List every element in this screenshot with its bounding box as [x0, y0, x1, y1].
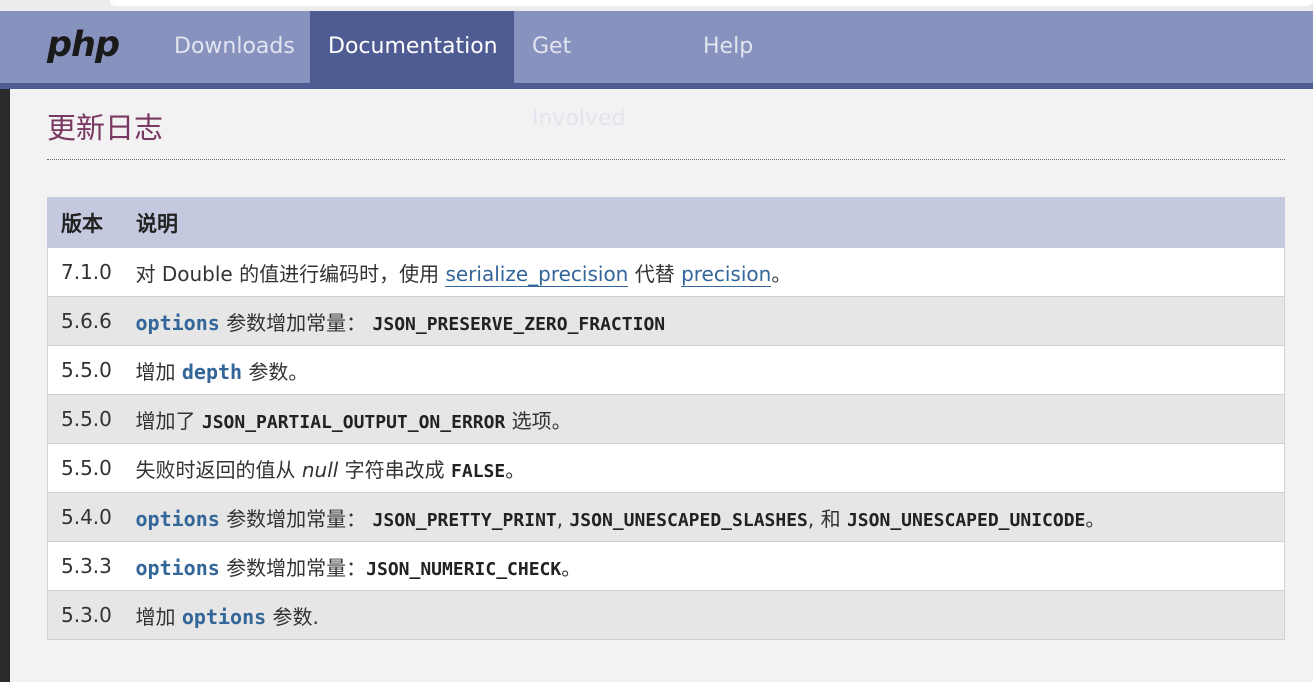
table-row: 5.6.6 options 参数增加常量： JSON_PRESERVE_ZERO…	[47, 296, 1285, 346]
row-description: options 参数增加常量： JSON_PRETTY_PRINT, JSON_…	[122, 492, 1285, 542]
param-options: options	[181, 604, 267, 629]
browser-tab-edge	[110, 0, 1313, 6]
title-divider	[47, 159, 1285, 160]
browser-top-strip	[0, 0, 1313, 11]
text: 参数增加常量：	[219, 555, 367, 580]
constant: JSON_UNESCAPED_UNICODE	[846, 509, 1086, 531]
serialize-precision-link[interactable]: serialize_precision	[445, 261, 629, 287]
constant: JSON_NUMERIC_CHECK	[366, 558, 562, 580]
param-depth: depth	[181, 359, 243, 384]
text: 参数.	[266, 604, 319, 629]
row-description: 增加 depth 参数。	[122, 345, 1285, 395]
text: 选项。	[505, 408, 572, 433]
row-description: options 参数增加常量：JSON_NUMERIC_CHECK。	[122, 541, 1285, 591]
constant: JSON_PRETTY_PRINT	[372, 509, 557, 531]
table-row: 5.3.0 增加 options 参数.	[47, 590, 1285, 640]
table-row: 5.5.0 失败时返回的值从 null 字符串改成 FALSE。	[47, 443, 1285, 493]
constant: JSON_PRESERVE_ZERO_FRACTION	[372, 313, 666, 335]
table-row: 7.1.0 对 Double 的值进行编码时，使用 serialize_prec…	[47, 247, 1285, 297]
row-version: 5.5.0	[47, 345, 123, 395]
row-version: 5.3.0	[47, 590, 123, 640]
left-edge-bar	[0, 89, 10, 682]
table-header-row: 版本 说明	[47, 197, 1285, 248]
text: 增加了	[135, 408, 202, 433]
constant: JSON_UNESCAPED_SLASHES	[569, 509, 808, 531]
text: 增加	[135, 604, 182, 629]
table-row: 5.4.0 options 参数增加常量： JSON_PRETTY_PRINT,…	[47, 492, 1285, 542]
text: 对 Double 的值进行编码时，使用	[135, 261, 446, 286]
text: 字符串改成	[338, 457, 452, 482]
text: 。	[561, 555, 582, 580]
text: 增加	[135, 359, 182, 384]
text: 参数增加常量：	[219, 506, 373, 531]
null-literal: null	[301, 457, 339, 482]
text: 参数增加常量：	[219, 310, 373, 335]
header-version: 版本	[47, 197, 123, 248]
row-description: 失败时返回的值从 null 字符串改成 FALSE。	[122, 443, 1285, 493]
row-description: 对 Double 的值进行编码时，使用 serialize_precision …	[122, 247, 1285, 297]
text: , 和	[807, 506, 847, 531]
row-version: 5.5.0	[47, 394, 123, 444]
text: 。	[1085, 506, 1106, 531]
param-options: options	[135, 310, 220, 335]
table-row: 5.5.0 增加了 JSON_PARTIAL_OUTPUT_ON_ERROR 选…	[47, 394, 1285, 444]
nav-documentation[interactable]: Documentation	[310, 11, 514, 83]
top-navbar: php Downloads Documentation Get Involved…	[0, 11, 1313, 131]
text: 代替	[628, 261, 682, 286]
page-title: 更新日志	[47, 111, 164, 145]
table-row: 5.5.0 增加 depth 参数。	[47, 345, 1285, 395]
row-version: 5.6.6	[47, 296, 123, 346]
table-row: 5.3.3 options 参数增加常量：JSON_NUMERIC_CHECK。	[47, 541, 1285, 591]
precision-link[interactable]: precision	[681, 261, 772, 287]
header-description: 说明	[122, 197, 1285, 248]
php-logo[interactable]: php	[47, 25, 120, 65]
constant: JSON_PARTIAL_OUTPUT_ON_ERROR	[201, 411, 506, 433]
param-options: options	[135, 555, 220, 580]
row-description: options 参数增加常量： JSON_PRESERVE_ZERO_FRACT…	[122, 296, 1285, 346]
text: 。	[505, 457, 526, 482]
row-description: 增加 options 参数.	[122, 590, 1285, 640]
param-options: options	[135, 506, 220, 531]
row-version: 5.4.0	[47, 492, 123, 542]
row-version: 5.5.0	[47, 443, 123, 493]
text: ,	[556, 506, 570, 531]
text: 参数。	[242, 359, 309, 384]
changelog-table: 版本 说明 7.1.0 对 Double 的值进行编码时，使用 serializ…	[47, 197, 1285, 640]
text: 。	[771, 261, 792, 286]
nav-get-involved[interactable]: Get Involved	[514, 11, 685, 131]
row-version: 5.3.3	[47, 541, 123, 591]
text: 失败时返回的值从	[135, 457, 302, 482]
row-description: 增加了 JSON_PARTIAL_OUTPUT_ON_ERROR 选项。	[122, 394, 1285, 444]
nav-downloads[interactable]: Downloads	[156, 11, 310, 83]
constant: FALSE	[451, 460, 506, 482]
nav-help[interactable]: Help	[685, 11, 775, 83]
row-version: 7.1.0	[47, 247, 123, 297]
